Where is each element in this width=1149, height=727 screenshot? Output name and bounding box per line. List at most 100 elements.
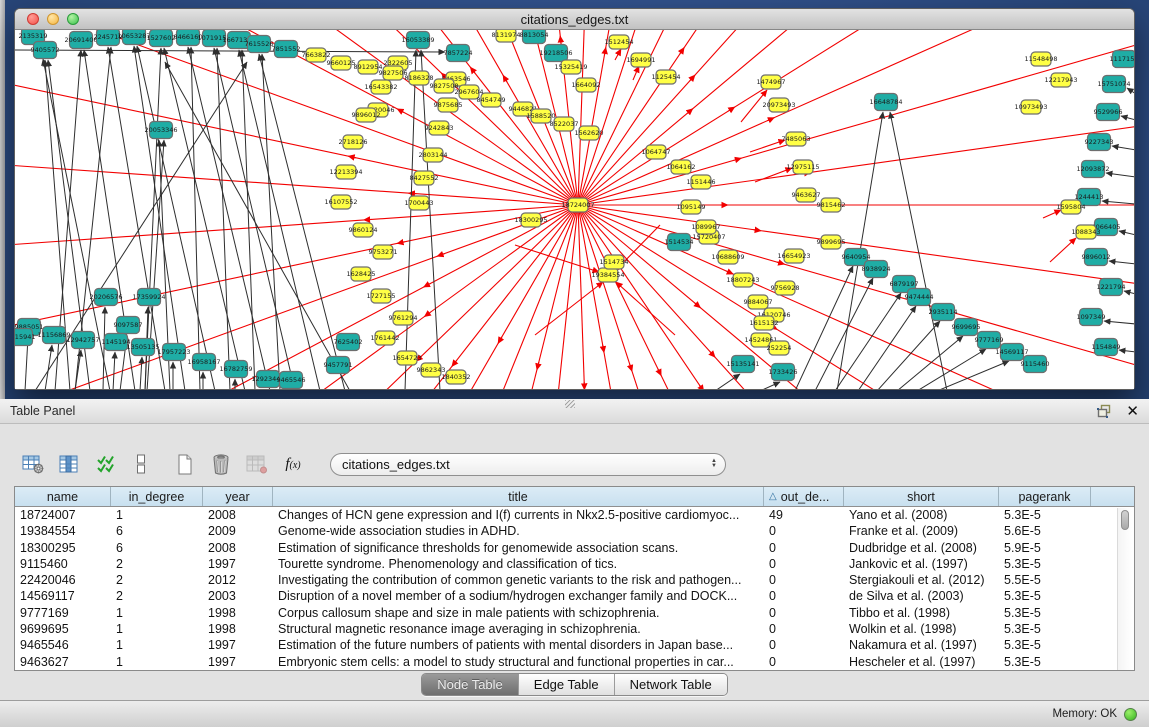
network-canvas[interactable]: 2135319940557220691406224571910653287152…: [15, 30, 1134, 389]
hub-ray-arrow: [604, 47, 605, 55]
table-cell: 1: [111, 654, 203, 670]
table-row[interactable]: 1938455462009Genome-wide association stu…: [15, 523, 1134, 539]
table-vertical-scrollbar[interactable]: [1117, 508, 1132, 670]
disabled-table-icon: [246, 454, 268, 474]
graph-node-label: 9827506: [379, 69, 408, 77]
delete-table-button[interactable]: [208, 452, 234, 476]
graph-edge-red: [615, 49, 621, 60]
graph-node-label: 9899695: [817, 238, 846, 246]
hub-ray-arrow: [470, 67, 475, 73]
table-row[interactable]: 969969511998Structural magnetic resonanc…: [15, 621, 1134, 637]
graph-edge-black: [1104, 321, 1134, 324]
function-builder-button[interactable]: f(x): [280, 452, 306, 476]
minimize-window-button[interactable]: [47, 13, 59, 25]
graph-edge-black: [897, 336, 963, 389]
table-row[interactable]: 911546021997Tourette syndrome. Phenomeno…: [15, 556, 1134, 572]
column-header-name[interactable]: name: [15, 487, 111, 506]
column-header-label: pagerank: [1018, 490, 1070, 504]
graph-edge-black: [15, 50, 445, 52]
column-header-out_de[interactable]: △out_de...: [764, 487, 844, 506]
table-cell: 0: [764, 588, 844, 604]
table-row[interactable]: 2242004622012Investigating the contribut…: [15, 572, 1134, 588]
table-cell: 5.3E-5: [999, 605, 1091, 621]
column-header-pagerank[interactable]: pagerank: [999, 487, 1091, 506]
graph-node-label: 1064747: [642, 148, 671, 156]
table-row[interactable]: 1456911722003Disruption of a novel membe…: [15, 588, 1134, 604]
float-panel-button[interactable]: [1097, 404, 1112, 418]
tab-edge-table[interactable]: Edge Table: [518, 674, 614, 695]
table-gear-icon: [22, 454, 45, 475]
hub-ray-arrow: [397, 109, 404, 113]
scrollbar-thumb[interactable]: [1121, 510, 1129, 530]
table-row[interactable]: 1872400712008Changes of HCN gene express…: [15, 507, 1134, 523]
graph-node-label: 18807243: [726, 276, 759, 284]
status-bar: Memory: OK: [0, 700, 1149, 727]
column-visibility-button[interactable]: [56, 452, 82, 476]
hub-ray-arrow: [424, 312, 430, 317]
table-cell: 1997: [203, 654, 273, 670]
zoom-window-button[interactable]: [67, 13, 79, 25]
hub-ray-arrow: [397, 242, 405, 244]
graph-edge-black: [75, 350, 81, 389]
table-row[interactable]: 1830029562008Estimation of significance …: [15, 540, 1134, 556]
table-cell: Tourette syndrome. Phenomenology and cla…: [273, 556, 764, 572]
column-header-title[interactable]: title: [273, 487, 764, 506]
table-row[interactable]: 946554611997Estimation of the future num…: [15, 637, 1134, 653]
graph-edge-black: [191, 47, 200, 389]
graph-node-label: 8454749: [477, 96, 506, 104]
column-header-label: short: [907, 490, 935, 504]
table-selector-dropdown[interactable]: citations_edges.txt ▲▼: [330, 453, 726, 476]
table-cell: Stergiakouli et al. (2012): [844, 572, 999, 588]
graph-node-label: 8131974: [492, 31, 521, 39]
column-header-in_degree[interactable]: in_degree: [111, 487, 203, 506]
hub-ray-arrow: [767, 118, 774, 121]
table-cell: Tibbo et al. (1998): [844, 605, 999, 621]
graph-node-label: 12975115: [786, 163, 819, 171]
row-height-button[interactable]: [128, 452, 154, 476]
table-cell: 22420046: [15, 572, 111, 588]
close-panel-button[interactable]: ✕: [1126, 404, 1139, 419]
column-header-year[interactable]: year: [203, 487, 273, 506]
select-rows-button[interactable]: [92, 452, 118, 476]
table-cell: Genome-wide association studies in ADHD.: [273, 523, 764, 539]
hub-ray-arrow: [437, 254, 445, 257]
graph-node-label: 16107552: [324, 198, 357, 206]
graph-node-label: 1595804: [1057, 203, 1086, 211]
table-cell: 1997: [203, 556, 273, 572]
table-cell: 2008: [203, 507, 273, 523]
graph-node-label: 20053346: [144, 126, 177, 134]
graph-node-label: 7615526: [245, 40, 274, 48]
split-pane-edge[interactable]: [0, 0, 5, 399]
graph-edge-red: [633, 66, 639, 80]
graph-node-label: 9097587: [114, 321, 143, 329]
graph-node-label: 9465546: [277, 376, 306, 384]
tab-node-table[interactable]: Node Table: [422, 674, 518, 695]
graph-node-label: 16053389: [401, 36, 434, 44]
table-settings-button[interactable]: [20, 452, 46, 476]
new-table-button[interactable]: [172, 452, 198, 476]
split-resize-grip-icon[interactable]: [565, 400, 575, 408]
table-cell: 5.6E-5: [999, 523, 1091, 539]
graph-node-label: 9640954: [842, 253, 871, 261]
hub-ray-arrow: [503, 75, 507, 82]
column-header-label: year: [225, 490, 249, 504]
table-cell: 5.5E-5: [999, 572, 1091, 588]
table-cell: 1997: [203, 637, 273, 653]
graph-node-label: 17957223: [157, 348, 190, 356]
hub-ray-arrow: [777, 262, 785, 264]
table-cell: Franke et al. (2009): [844, 523, 999, 539]
graph-node-label: 7857224: [444, 49, 473, 57]
table-panel-titlebar[interactable]: Table Panel ✕: [0, 399, 1149, 424]
graph-node-label: 14569117: [995, 348, 1028, 356]
graph-node-label: 1154849: [1092, 343, 1121, 351]
graph-node-label: 7485063: [782, 135, 811, 143]
tab-network-table[interactable]: Network Table: [614, 674, 727, 695]
table-cell: 0: [764, 637, 844, 653]
close-window-button[interactable]: [27, 13, 39, 25]
graph-edge-black: [858, 306, 916, 389]
network-window-titlebar[interactable]: citations_edges.txt: [15, 9, 1134, 30]
float-window-icon: [1097, 404, 1112, 418]
table-row[interactable]: 977716911998Corpus callosum shape and si…: [15, 605, 1134, 621]
table-row[interactable]: 946362711997Embryonic stem cells: a mode…: [15, 654, 1134, 670]
column-header-short[interactable]: short: [844, 487, 999, 506]
